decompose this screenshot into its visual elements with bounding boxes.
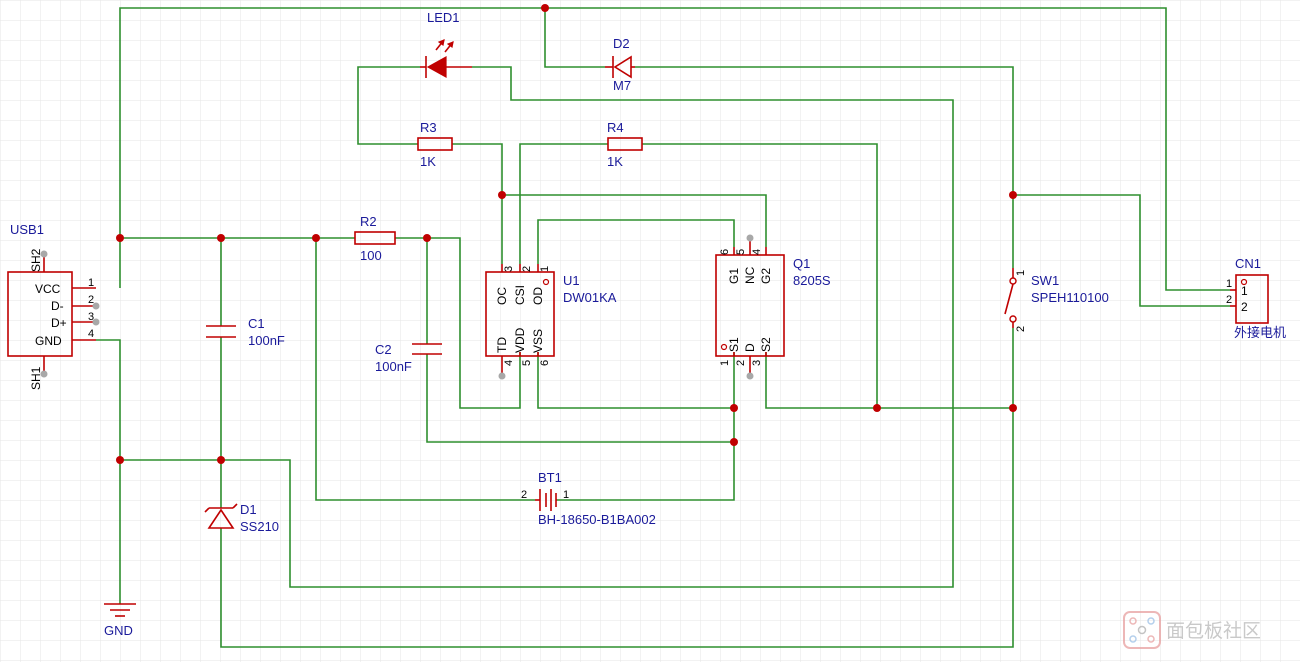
cn1-pin-num: 2 bbox=[1226, 294, 1232, 306]
bt1-pin: 1 bbox=[563, 489, 569, 501]
c1-value: 100nF bbox=[248, 333, 285, 348]
u1-pin-label: OD bbox=[531, 287, 545, 305]
usb1-pin-label: D- bbox=[51, 299, 64, 313]
junction-dot bbox=[116, 234, 124, 242]
r2-value: 100 bbox=[360, 248, 382, 263]
u1-pin-label: VDD bbox=[513, 327, 527, 353]
usb1-pin-label: D+ bbox=[51, 316, 67, 330]
q1-ref: Q1 bbox=[793, 256, 810, 271]
junction-dot bbox=[217, 234, 225, 242]
junction-dot bbox=[1009, 404, 1017, 412]
r2-ref: R2 bbox=[360, 214, 377, 229]
junction-dot bbox=[217, 456, 225, 464]
junction-dot bbox=[498, 191, 506, 199]
junction-dot bbox=[1009, 191, 1017, 199]
junction-dot bbox=[423, 234, 431, 242]
schematic-canvas: USB1 VCC D- D+ GND 1 2 3 4 SH2 SH1 C1 10… bbox=[0, 0, 1300, 662]
q1-pin-num: 3 bbox=[751, 360, 763, 366]
usb1-pin-num: 1 bbox=[88, 277, 94, 289]
bt1-ref: BT1 bbox=[538, 470, 562, 485]
q1-pin-label: G1 bbox=[727, 268, 741, 284]
u1-pin-label: VSS bbox=[531, 329, 545, 353]
r4-value: 1K bbox=[607, 154, 623, 169]
q1-pin-label: S2 bbox=[759, 337, 773, 352]
u1-pin-num: 2 bbox=[521, 266, 533, 272]
c2-ref: C2 bbox=[375, 342, 392, 357]
cn1-value: 外接电机 bbox=[1234, 325, 1286, 340]
d2-ref: D2 bbox=[613, 36, 630, 51]
sw1-pin: 1 bbox=[1015, 270, 1027, 276]
q1-pin-label: S1 bbox=[727, 337, 741, 352]
q1-pin-num: 2 bbox=[735, 360, 747, 366]
u1-pin-label: CSI bbox=[513, 285, 527, 305]
c1-ref: C1 bbox=[248, 316, 265, 331]
junction-dot bbox=[730, 438, 738, 446]
u1-pin-num: 5 bbox=[521, 360, 533, 366]
q1-pin-label: D bbox=[743, 343, 757, 352]
cn1-ref: CN1 bbox=[1235, 256, 1261, 271]
gnd-label: GND bbox=[104, 623, 133, 638]
r3-ref: R3 bbox=[420, 120, 437, 135]
cn1-pin-label: 2 bbox=[1241, 300, 1248, 314]
usb1-sh2: SH2 bbox=[29, 248, 43, 272]
usb1-ref: USB1 bbox=[10, 222, 44, 237]
usb1-pin-num: 3 bbox=[88, 311, 94, 323]
sw1-pin: 2 bbox=[1015, 326, 1027, 332]
u1-pin-num: 3 bbox=[503, 266, 515, 272]
u1-pin-label: OC bbox=[495, 287, 509, 305]
q1-pin-num: 4 bbox=[751, 249, 763, 255]
d1-ref: D1 bbox=[240, 502, 257, 517]
u1-ref: U1 bbox=[563, 273, 580, 288]
led1-ref: LED1 bbox=[427, 10, 460, 25]
usb1-pin-label: VCC bbox=[35, 282, 61, 296]
watermark-text: 面包板社区 bbox=[1166, 620, 1261, 642]
usb1-pin-num: 4 bbox=[88, 328, 94, 340]
c2-value: 100nF bbox=[375, 359, 412, 374]
cn1-pin-num: 1 bbox=[1226, 278, 1232, 290]
usb1-sh1: SH1 bbox=[29, 366, 43, 390]
junction-dot bbox=[730, 404, 738, 412]
usb1-pin-label: GND bbox=[35, 334, 62, 348]
u1-pin-label: TD bbox=[495, 337, 509, 353]
q1-pin-num: 6 bbox=[719, 249, 731, 255]
q1-pin-num: 5 bbox=[735, 249, 747, 255]
pad-dot bbox=[746, 372, 754, 380]
u1-pin-num: 1 bbox=[539, 266, 551, 272]
q1-pin-label: NC bbox=[743, 266, 757, 284]
sw1-value: SPEH110100 bbox=[1031, 290, 1109, 305]
sw1-ref: SW1 bbox=[1031, 273, 1059, 288]
pad-dot bbox=[746, 234, 754, 242]
u1-pin-num: 4 bbox=[503, 360, 515, 366]
bt1-value: BH-18650-B1BA002 bbox=[538, 512, 656, 527]
junction-dot bbox=[116, 456, 124, 464]
r3-value: 1K bbox=[420, 154, 436, 169]
cn1-pin-label: 1 bbox=[1241, 284, 1248, 298]
q1-pin-label: G2 bbox=[759, 268, 773, 284]
r4-ref: R4 bbox=[607, 120, 624, 135]
pad-dot bbox=[498, 372, 506, 380]
bt1-pin: 2 bbox=[521, 489, 527, 501]
d1-value: SS210 bbox=[240, 519, 279, 534]
u1-value: DW01KA bbox=[563, 290, 617, 305]
junction-dot bbox=[312, 234, 320, 242]
junction-dot bbox=[873, 404, 881, 412]
q1-pin-num: 1 bbox=[719, 360, 731, 366]
usb1-pin-num: 2 bbox=[88, 294, 94, 306]
q1-value: 8205S bbox=[793, 273, 831, 288]
d2-value: M7 bbox=[613, 78, 631, 93]
junction-dot bbox=[541, 4, 549, 12]
u1-pin-num: 6 bbox=[539, 360, 551, 366]
